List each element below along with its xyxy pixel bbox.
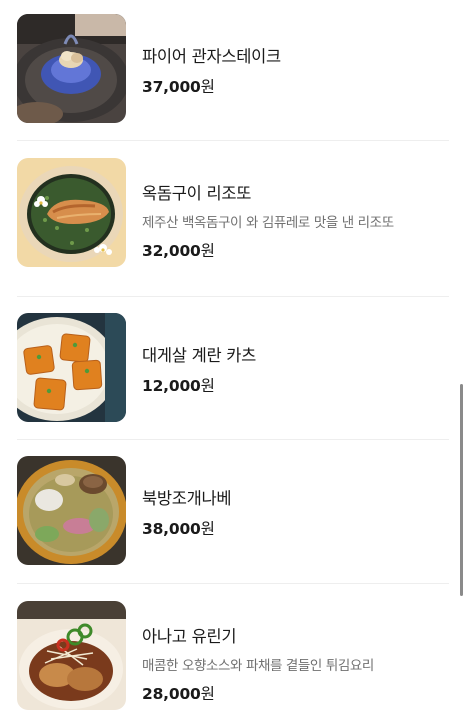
grilled-tilefish-risotto-photo bbox=[17, 158, 126, 267]
fire-scallop-steak-photo bbox=[17, 14, 126, 123]
menu-item-photo[interactable] bbox=[17, 14, 126, 123]
divider bbox=[17, 583, 449, 584]
surf-clam-nabe-photo bbox=[17, 456, 126, 565]
crab-egg-katsu-photo bbox=[17, 313, 126, 422]
menu-item-name: 파이어 관자스테이크 bbox=[142, 47, 281, 66]
anago-yuringi-photo bbox=[17, 601, 126, 710]
menu-item-photo[interactable] bbox=[17, 313, 126, 422]
divider bbox=[17, 439, 449, 440]
menu-item-name: 대게살 계란 카츠 bbox=[142, 346, 257, 365]
scrollbar[interactable] bbox=[460, 384, 463, 596]
menu-item-price: 37,000원 bbox=[142, 78, 215, 96]
menu-item-name: 북방조개나베 bbox=[142, 489, 232, 508]
menu-item-photo[interactable] bbox=[17, 601, 126, 710]
menu-item-name: 아나고 유린기 bbox=[142, 627, 237, 646]
divider bbox=[17, 140, 449, 141]
divider bbox=[17, 296, 449, 297]
menu-item-price: 38,000원 bbox=[142, 520, 215, 538]
menu-item-description: 매콤한 오향소스와 파채를 곁들인 튀김요리 bbox=[142, 658, 374, 674]
menu-item-price: 12,000원 bbox=[142, 377, 215, 395]
menu-item-price: 32,000원 bbox=[142, 242, 215, 260]
menu-item-name: 옥돔구이 리조또 bbox=[142, 184, 252, 203]
menu-item-price: 28,000원 bbox=[142, 685, 215, 703]
menu-item-photo[interactable] bbox=[17, 158, 126, 267]
menu-item-photo[interactable] bbox=[17, 456, 126, 565]
menu-item-description: 제주산 백옥돔구이 와 김퓨레로 맛을 낸 리조또 bbox=[142, 215, 394, 231]
